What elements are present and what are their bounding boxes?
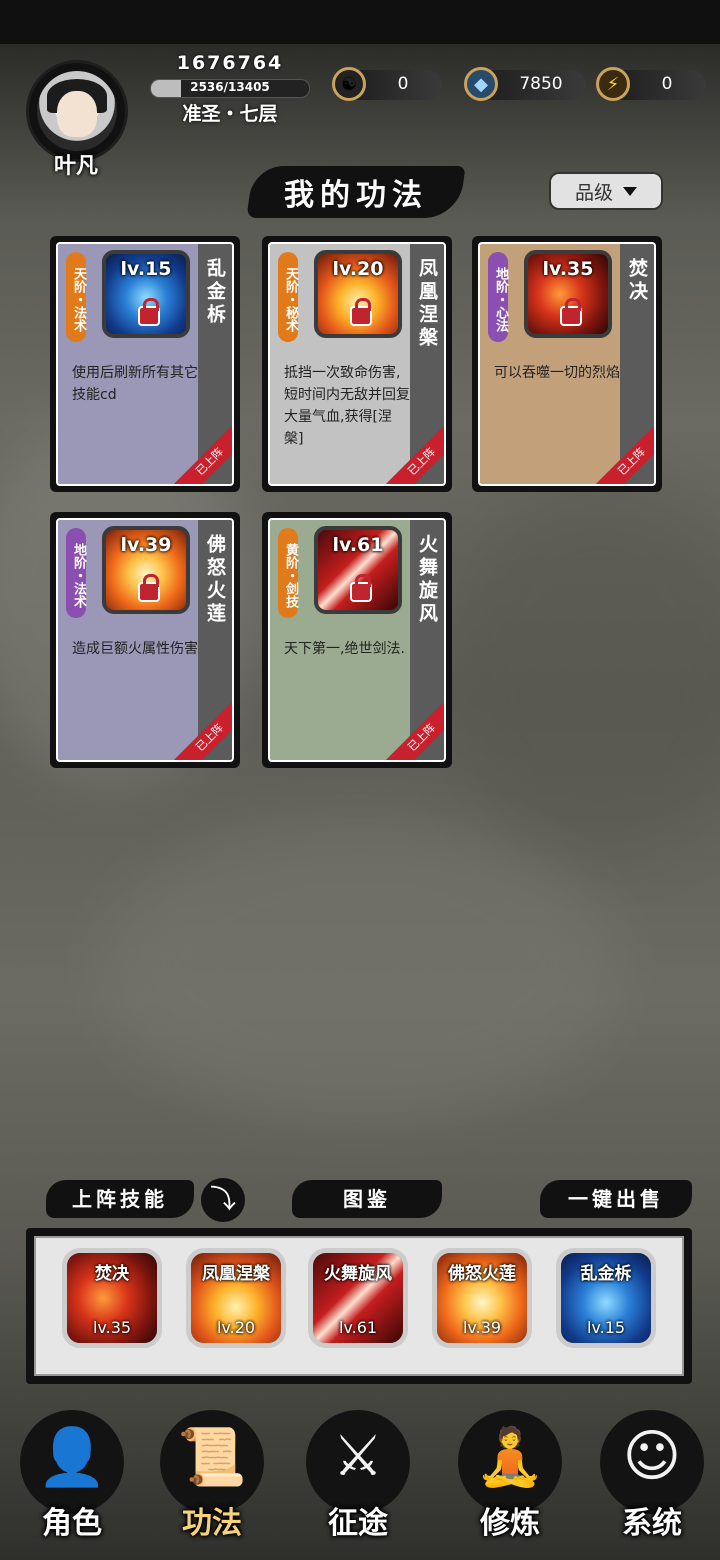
skill-card[interactable]: 地阶・法术 lv.39 佛怒火莲 造成巨额火属性伤害 已上阵 (50, 512, 240, 768)
skill-level: lv.20 (332, 258, 384, 280)
skill-description: 使用后刷新所有其它技能cd (72, 365, 198, 403)
grade-badge: 天阶・秘术 (278, 252, 298, 342)
collection-button[interactable]: 图鉴 (292, 1180, 442, 1218)
skill-icon: lv.39 (102, 526, 190, 614)
lightning-icon: ⚡ (596, 67, 630, 101)
sword-emblem-icon: ⚔ (332, 1424, 384, 1489)
skill-name: 焚决 (626, 258, 648, 304)
grade-badge: 地阶・心法 (488, 252, 508, 342)
resource-spirit-stone[interactable]: ◆ 7850 (464, 67, 586, 101)
nav-tab-label: 功法 (182, 1506, 242, 1541)
resource-yinyang[interactable]: ☯ 0 (332, 67, 442, 101)
skill-level: lv.61 (332, 534, 384, 556)
skill-name: 乱金柝 (204, 258, 226, 327)
card-body: 黄阶・剑技 lv.61 火舞旋风 天下第一,绝世剑法. 已上阵 (268, 518, 446, 762)
resource-value: 0 (661, 74, 673, 94)
nav-tab-label: 征途 (328, 1506, 388, 1541)
nav-tab[interactable]: 👤 角色 (12, 1400, 132, 1550)
slot-skill-level: lv.35 (92, 1318, 132, 1337)
yin-yang-icon: ☯ (332, 67, 366, 101)
card-body: 地阶・心法 lv.35 焚决 可以吞噬一切的烈焰 已上阵 (478, 242, 656, 486)
deployed-skill-slot[interactable]: 焚决 lv.35 (62, 1248, 162, 1348)
skill-card[interactable]: 天阶・秘术 lv.20 凤凰涅槃 抵挡一次致命伤害,短时间内无敌并回复大量气血,… (262, 236, 452, 492)
lock-icon (560, 298, 582, 326)
nav-tab-label: 修炼 (480, 1506, 540, 1541)
slot-skill-name: 火舞旋风 (324, 1264, 392, 1284)
lock-icon (138, 574, 160, 602)
slot-skill-name: 乱金柝 (580, 1264, 632, 1284)
nav-tab[interactable]: 🧘 修炼 (450, 1400, 570, 1550)
nav-tab-label: 角色 (42, 1506, 102, 1541)
hooded-figure-icon: 👤 (37, 1425, 107, 1490)
resource-value: 7850 (519, 74, 563, 94)
deployed-skill-slot[interactable]: 凤凰涅槃 lv.20 (186, 1248, 286, 1348)
player-avatar[interactable] (26, 60, 128, 162)
collapse-arrow-icon[interactable]: ⤵ (201, 1178, 245, 1222)
skill-description: 造成巨额火属性伤害 (72, 641, 198, 657)
lock-icon (350, 574, 372, 602)
grade-badge: 黄阶・剑技 (278, 528, 298, 618)
deployed-skills-label: 上阵技能 (46, 1180, 194, 1218)
card-body: 天阶・法术 lv.15 乱金柝 使用后刷新所有其它技能cd 已上阵 (56, 242, 234, 486)
deployed-skill-slot[interactable]: 佛怒火莲 lv.39 (432, 1248, 532, 1348)
deployed-skill-slot[interactable]: 乱金柝 lv.15 (556, 1248, 656, 1348)
skill-name: 凤凰涅槃 (416, 258, 438, 350)
skill-card[interactable]: 天阶・法术 lv.15 乱金柝 使用后刷新所有其它技能cd 已上阵 (50, 236, 240, 492)
mascot-face-icon: ☺ (622, 1424, 682, 1489)
slot-skill-level: lv.15 (586, 1318, 626, 1337)
skill-icon: lv.15 (102, 250, 190, 338)
nav-tab[interactable]: ☺ 系统 (592, 1400, 712, 1550)
sort-label: 品级 (574, 181, 613, 204)
slot-skill-level: lv.20 (216, 1318, 256, 1337)
skill-icon: lv.61 (314, 526, 402, 614)
slot-skill-level: lv.39 (462, 1318, 502, 1337)
card-body: 地阶・法术 lv.39 佛怒火莲 造成巨额火属性伤害 已上阵 (56, 518, 234, 762)
nav-tab[interactable]: ⚔ 征途 (298, 1400, 418, 1550)
skill-icon: lv.20 (314, 250, 402, 338)
skill-card[interactable]: 黄阶・剑技 lv.61 火舞旋风 天下第一,绝世剑法. 已上阵 (262, 512, 452, 768)
sell-all-button[interactable]: 一键出售 (540, 1180, 692, 1218)
nav-tab-label: 系统 (622, 1506, 682, 1541)
cultivation-realm: 准圣・七层 (182, 103, 278, 125)
grade-badge: 地阶・法术 (66, 528, 86, 618)
resource-energy[interactable]: ⚡ 0 (596, 67, 706, 101)
slot-skill-name: 焚决 (95, 1264, 129, 1284)
spirit-stone-icon: ◆ (464, 67, 498, 101)
nav-tab[interactable]: 📜 功法 (152, 1400, 272, 1550)
skill-description: 可以吞噬一切的烈焰 (494, 365, 620, 381)
slot-skill-name: 佛怒火莲 (448, 1264, 516, 1284)
skill-description: 抵挡一次致命伤害,短时间内无敌并回复大量气血,获得[涅槃] (284, 365, 410, 447)
page-title: 我的功法 (284, 178, 428, 213)
skill-icon: lv.35 (524, 250, 612, 338)
skill-level: lv.35 (542, 258, 594, 280)
combat-power: 1676764 (176, 52, 284, 74)
sort-dropdown[interactable]: 品级 (549, 172, 663, 210)
skill-level: lv.39 (120, 534, 172, 556)
chevron-down-icon (623, 186, 637, 196)
skill-level: lv.15 (120, 258, 172, 280)
skill-name: 火舞旋风 (416, 534, 438, 626)
lock-icon (350, 298, 372, 326)
grade-badge: 天阶・法术 (66, 252, 86, 342)
slot-skill-name: 凤凰涅槃 (202, 1264, 270, 1284)
meditation-icon: 🧘 (475, 1425, 545, 1490)
exp-text: 2536/13405 (190, 80, 270, 94)
lock-icon (138, 298, 160, 326)
player-name: 叶凡 (53, 154, 98, 179)
scroll-book-icon: 📜 (177, 1425, 247, 1490)
skill-name: 佛怒火莲 (204, 534, 226, 626)
resource-value: 0 (397, 74, 409, 94)
slot-skill-level: lv.61 (338, 1318, 378, 1337)
status-bar (0, 0, 720, 44)
deployed-skill-slot[interactable]: 火舞旋风 lv.61 (308, 1248, 408, 1348)
card-body: 天阶・秘术 lv.20 凤凰涅槃 抵挡一次致命伤害,短时间内无敌并回复大量气血,… (268, 242, 446, 486)
skill-card[interactable]: 地阶・心法 lv.35 焚决 可以吞噬一切的烈焰 已上阵 (472, 236, 662, 492)
skill-description: 天下第一,绝世剑法. (284, 641, 405, 657)
